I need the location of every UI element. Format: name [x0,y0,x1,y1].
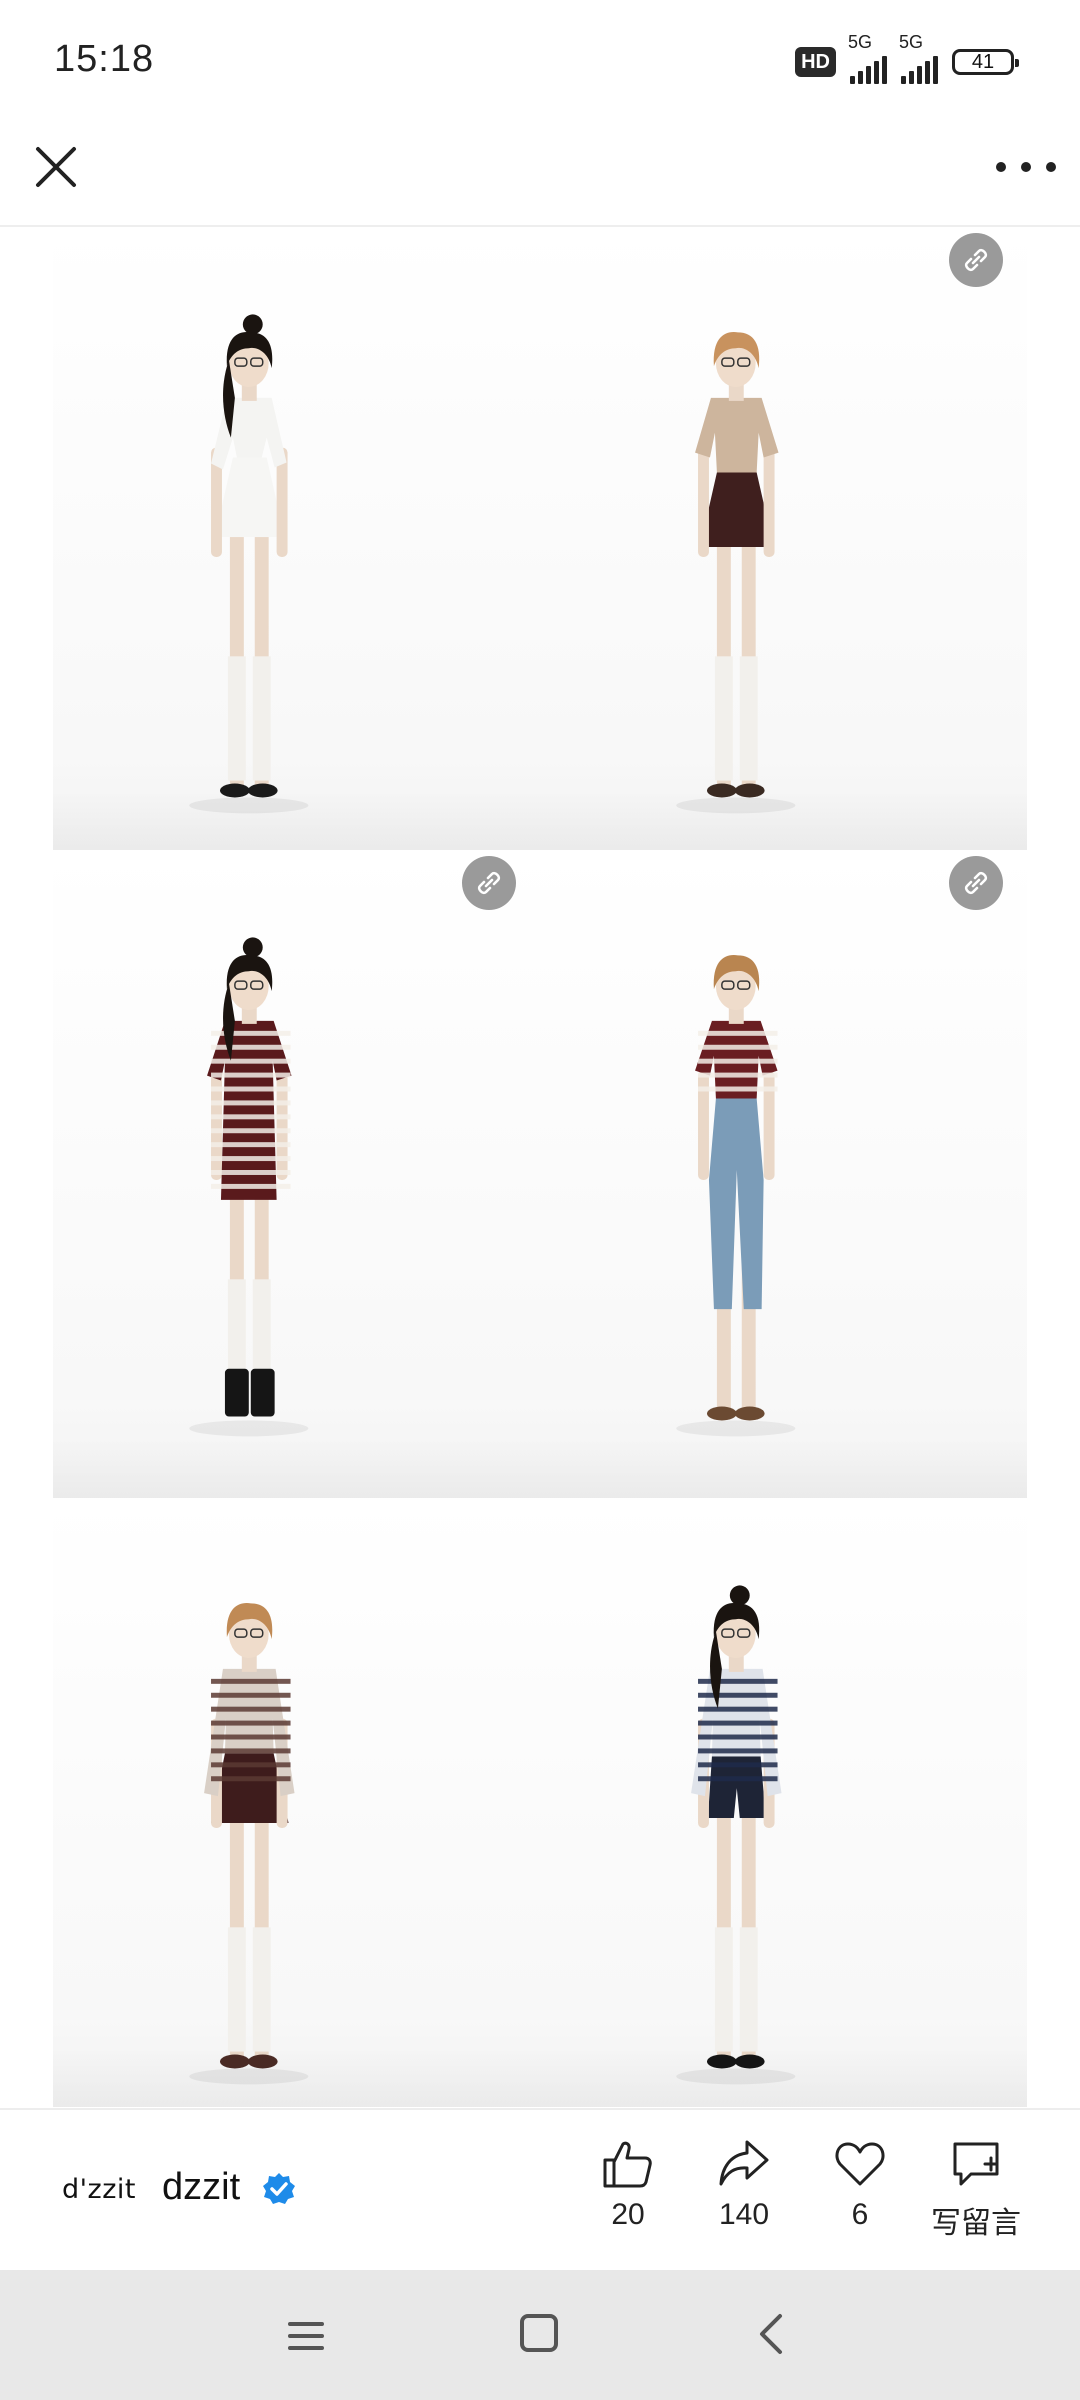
account-name[interactable]: dzzit [162,2166,240,2209]
outfit-photo[interactable] [540,227,1027,850]
comment-plus-icon [953,2142,999,2186]
photo-backdrop [53,1438,540,1498]
menu-icon[interactable] [286,2316,326,2356]
photo-backdrop [540,790,1027,850]
link-icon[interactable] [949,856,1003,910]
outfit-figure-image [676,331,796,814]
outfit-photo[interactable] [53,227,540,850]
status-bar: 15:18 HD 5G 5G 41 [0,0,1080,125]
photo-grid [53,227,1027,2107]
hd-badge: HD [795,47,836,77]
like-count: 20 [611,2198,645,2231]
verified-badge-icon [263,2173,295,2204]
photo-backdrop [540,1438,1027,1498]
outfit-figure-image [189,937,309,1437]
more-icon[interactable] [996,145,1056,189]
share-count: 140 [718,2198,770,2231]
status-time: 15:18 [54,38,155,80]
outfit-photo[interactable] [53,1498,540,2107]
outfit-photo[interactable] [540,1498,1027,2107]
thumbs-up-icon [603,2141,652,2188]
like-button[interactable]: 20 [573,2138,683,2232]
favorite-button[interactable]: 6 [805,2138,915,2232]
link-icon[interactable] [462,856,516,910]
network-label: 5G [899,32,924,52]
battery-icon: 41 [952,49,1019,75]
system-nav-bar [0,2270,1080,2400]
outfit-photo[interactable] [53,850,540,1498]
outfit-figure-image [676,1585,796,2085]
signal-icon: 5G [899,32,938,84]
outfit-photo[interactable] [540,850,1027,1498]
top-bar [0,125,1080,227]
status-icons: HD 5G 5G 41 [795,32,1019,84]
outfit-figure-image [189,1602,309,2085]
home-icon[interactable] [518,2312,560,2354]
share-button[interactable]: 140 [689,2138,799,2232]
signal-icon: 5G [848,32,887,84]
brand-logo[interactable]: d'zzit [62,2174,136,2205]
outfit-figure-image [676,954,796,1437]
battery-level: 41 [971,50,995,73]
write-comment-button[interactable]: 写留言 [921,2138,1031,2242]
heart-icon [835,2142,885,2186]
back-icon[interactable] [752,2312,792,2356]
photo-backdrop [540,2047,1027,2107]
write-comment-label: 写留言 [931,2207,1021,2240]
link-icon[interactable] [949,233,1003,287]
photo-backdrop [53,2047,540,2107]
photo-backdrop [53,790,540,850]
favorite-count: 6 [851,2198,869,2231]
close-icon[interactable] [28,139,84,195]
share-icon [719,2140,769,2186]
bottom-action-bar: d'zzit dzzit 20 140 6 写留言 [0,2108,1080,2272]
network-label: 5G [848,32,873,52]
outfit-figure-image [189,314,309,814]
